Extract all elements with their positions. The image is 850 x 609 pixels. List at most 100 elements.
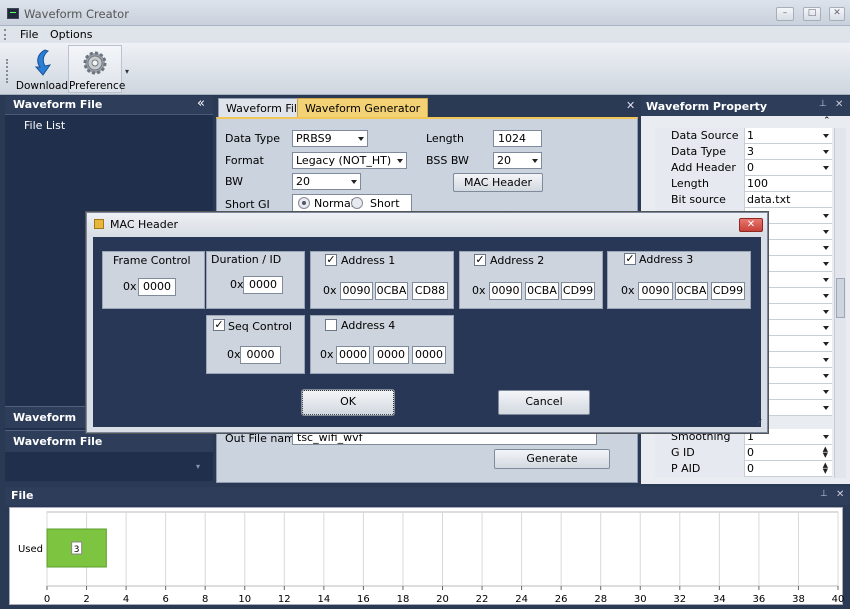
menu-file[interactable]: File [20,28,38,41]
close-panel-icon[interactable]: ✕ [835,99,843,110]
download-button[interactable]: Download [14,45,70,93]
address4-input-1[interactable]: 0000 [336,346,370,364]
dropdown-arrow-icon[interactable] [823,278,829,282]
x-tick-label: 8 [202,594,208,605]
property-key: Add Header [655,160,745,176]
dropdown-arrow-icon[interactable] [823,342,829,346]
duration-id-input[interactable]: 0000 [243,276,283,294]
short-gi-group: Normal Short [292,194,412,212]
address2-input-2[interactable]: 0CBA [525,282,559,300]
file-list-item[interactable]: File List [24,119,65,132]
x-tick-label: 14 [317,594,330,605]
address4-input-2[interactable]: 0000 [373,346,409,364]
property-row[interactable]: Add Header 0 [655,160,832,176]
property-value[interactable]: 0 [747,161,754,174]
mac-header-button[interactable]: MAC Header [453,173,543,192]
property-row[interactable]: G ID 0 ▲ ▼ [655,445,832,461]
address1-input-3[interactable]: CD88 [412,282,448,300]
property-value[interactable]: 3 [747,145,754,158]
dropdown-arrow-icon[interactable] [823,326,829,330]
ok-button[interactable]: OK [301,389,395,416]
frame-control-group: Frame Control 0x 0000 [102,251,205,309]
spinner-icon[interactable]: ▲ ▼ [823,446,828,459]
property-scrollbar[interactable] [834,128,846,478]
address3-input-1[interactable]: 0090 [638,282,673,300]
property-value[interactable]: data.txt [747,193,790,206]
property-row[interactable]: Data Source 1 [655,128,832,144]
seq-control-checkbox[interactable]: ✓ [213,319,225,331]
spinner-icon[interactable]: ▲ ▼ [823,462,828,475]
address1-checkbox[interactable]: ✓ [325,254,337,266]
dropdown-arrow-icon[interactable] [823,390,829,394]
address3-input-3[interactable]: CD99 [711,282,745,300]
collapse-icon[interactable]: « [197,96,205,111]
dropdown-arrow-icon[interactable] [823,406,829,410]
dropdown-arrow-icon[interactable] [823,166,829,170]
address3-input-2[interactable]: 0CBA [675,282,708,300]
frame-control-input[interactable]: 0000 [138,278,176,296]
property-row[interactable]: Data Type 3 [655,144,832,160]
x-tick-label: 0 [44,594,50,605]
dropdown-arrow-icon[interactable] [823,435,829,439]
property-row[interactable]: Bit source data.txt [655,192,832,208]
dropdown-arrow-icon[interactable] [823,214,829,218]
address3-checkbox[interactable]: ✓ [624,253,636,265]
dialog-close-button[interactable]: ✕ [739,218,763,232]
x-tick-label: 22 [476,594,489,605]
preference-button[interactable]: Preference [68,45,125,93]
tab-waveform-generator[interactable]: Waveform Generator [297,98,429,118]
property-value[interactable]: 1 [747,129,754,142]
property-value[interactable]: 0 [747,462,754,475]
property-row[interactable]: Length 100 [655,176,832,192]
dropdown-arrow-icon[interactable] [823,374,829,378]
resize-grip-icon[interactable]: ⋰ [756,418,763,426]
collapse-up-icon[interactable]: ⌃ [823,116,831,126]
length-input[interactable]: 1024 [493,130,542,147]
dropdown-arrow-icon[interactable] [823,294,829,298]
dropdown-arrow-icon[interactable] [823,230,829,234]
radio-normal[interactable] [298,197,310,209]
generate-button[interactable]: Generate [494,449,610,469]
dropdown-arrow-icon[interactable] [823,310,829,314]
dropdown-arrow-icon[interactable] [823,246,829,250]
file-pin-icon[interactable]: ⊥ [820,489,828,499]
dropdown-arrow-icon[interactable] [823,134,829,138]
address4-checkbox[interactable] [325,319,337,331]
pin-icon[interactable]: ⊥ [819,99,827,109]
minimize-button[interactable]: – [776,7,794,21]
dialog-title: MAC Header [110,218,179,231]
cancel-button[interactable]: Cancel [498,390,590,415]
seq-control-input[interactable]: 0000 [240,346,281,364]
address2-checkbox[interactable]: ✓ [474,254,486,266]
section-overflow-icon[interactable]: ▾ [196,462,200,471]
address2-input-1[interactable]: 0090 [489,282,522,300]
dropdown-arrow-icon[interactable] [823,262,829,266]
left-panel-header: Waveform File « [5,96,213,115]
dropdown-arrow-icon[interactable] [823,150,829,154]
data-type-select[interactable]: PRBS9 [292,130,368,147]
app-icon [7,8,19,19]
format-select[interactable]: Legacy (NOT_HT) [292,152,407,169]
toolbar-overflow-icon[interactable]: ▾ [125,67,129,76]
menu-options[interactable]: Options [50,28,92,41]
bss-bw-select[interactable]: 20 [493,152,542,169]
waveform-file-section[interactable]: Waveform File [5,430,213,452]
property-row[interactable]: P AID 0 ▲ ▼ [655,461,832,477]
radio-short[interactable] [351,197,363,209]
property-value[interactable]: 0 [747,446,754,459]
close-tab-icon[interactable]: ✕ [626,99,635,112]
address1-input-1[interactable]: 0090 [340,282,373,300]
maximize-button[interactable]: □ [803,7,821,21]
close-window-button[interactable]: ✕ [829,7,845,21]
out-file-label: Out File name [225,432,302,445]
scrollbar-thumb[interactable] [836,278,845,318]
bw-select[interactable]: 20 [292,173,361,190]
dialog-title-bar: MAC Header ✕ [87,213,767,236]
file-close-icon[interactable]: ✕ [836,489,844,500]
address2-input-3[interactable]: CD99 [561,282,595,300]
x-tick-label: 28 [594,594,607,605]
dropdown-arrow-icon[interactable] [823,358,829,362]
address1-input-2[interactable]: 0CBA [375,282,408,300]
property-value[interactable]: 100 [747,177,768,190]
address4-input-3[interactable]: 0000 [412,346,446,364]
